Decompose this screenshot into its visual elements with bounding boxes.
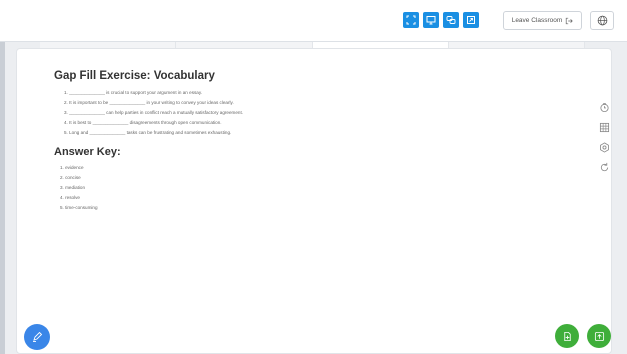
language-button[interactable] — [590, 11, 614, 30]
leave-classroom-label: Leave Classroom — [511, 17, 563, 24]
popout-button[interactable] — [463, 12, 479, 28]
answer-item: 5. time-consuming — [60, 205, 98, 210]
answer-key-heading: Answer Key: — [54, 146, 121, 158]
window-edge — [0, 0, 5, 354]
upload-button[interactable] — [587, 324, 611, 348]
pen-icon — [33, 331, 43, 342]
refresh-icon — [600, 162, 608, 171]
question-item: 4. It is best to ______________ disagree… — [64, 120, 222, 125]
question-item: 5. Long and ______________ tasks can be … — [64, 130, 232, 135]
fullscreen-icon — [406, 15, 416, 25]
chat-button[interactable] — [443, 12, 459, 28]
question-item: 2. It is important to be ______________ … — [64, 100, 234, 105]
question-list: 1. ______________ is crucial to support … — [54, 88, 574, 138]
answer-item: 4. resolve — [60, 195, 80, 200]
screen-share-button[interactable] — [423, 12, 439, 28]
screen-share-icon — [426, 16, 436, 25]
fullscreen-button[interactable] — [403, 12, 419, 28]
grid-icon — [599, 122, 609, 132]
upload-icon — [594, 331, 604, 341]
popout-icon — [467, 16, 475, 24]
exit-icon — [566, 17, 573, 24]
answer-list: 1. evidence 2. concise 3. mediation 4. r… — [54, 163, 574, 213]
answer-item: 1. evidence — [60, 165, 84, 170]
settings-icon — [599, 141, 609, 153]
document-content: Gap Fill Exercise: Vocabulary 1. _______… — [54, 70, 574, 213]
side-toolbar — [594, 100, 614, 174]
classroom-tools — [403, 12, 479, 28]
add-file-button[interactable] — [555, 324, 579, 348]
leave-classroom-button[interactable]: Leave Classroom — [503, 11, 582, 30]
question-item: 3. ______________ can help parties in co… — [64, 110, 244, 115]
refresh-button[interactable] — [597, 160, 611, 174]
timer-button[interactable] — [597, 100, 611, 114]
answer-item: 3. mediation — [60, 185, 86, 190]
question-item: 1. ______________ is crucial to support … — [64, 90, 203, 95]
timer-icon — [599, 102, 609, 112]
top-toolbar: Leave Classroom — [0, 0, 627, 42]
globe-icon — [597, 15, 607, 26]
file-add-icon — [563, 331, 571, 341]
answer-item: 2. concise — [60, 175, 81, 180]
exercise-title: Gap Fill Exercise: Vocabulary — [54, 70, 215, 82]
annotate-button[interactable] — [24, 324, 50, 350]
grid-button[interactable] — [597, 120, 611, 134]
chat-icon — [446, 16, 456, 24]
settings-button[interactable] — [597, 140, 611, 154]
